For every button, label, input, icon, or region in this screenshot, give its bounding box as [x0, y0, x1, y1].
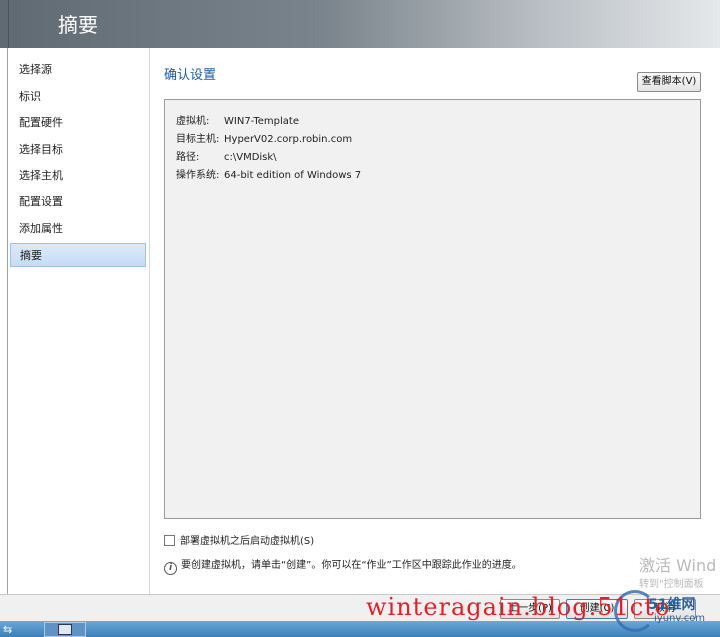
view-script-button[interactable]: 查看脚本(V)	[637, 72, 701, 92]
sidebar-item-add-properties[interactable]: 添加属性	[10, 217, 146, 241]
sidebar-item-label: 配置硬件	[19, 116, 63, 129]
summary-key: 目标主机:	[176, 134, 220, 145]
app-window-icon	[58, 624, 72, 635]
sidebar-item-select-source[interactable]: 选择源	[10, 58, 146, 82]
info-icon: i	[164, 562, 177, 575]
sidebar-item-label: 摘要	[20, 249, 42, 262]
summary-row-host: 目标主机: HyperV02.corp.robin.com	[176, 130, 352, 145]
sidebar-item-label: 选择目标	[19, 143, 63, 156]
start-after-deploy-label[interactable]: 部署虚拟机之后启动虚拟机(S)	[180, 536, 314, 547]
sidebar-item-label: 配置设置	[19, 195, 63, 208]
sidebar-item-select-host[interactable]: 选择主机	[10, 164, 146, 188]
header-edge	[8, 0, 9, 48]
summary-row-os: 操作系统: 64-bit edition of Windows 7	[176, 166, 361, 181]
summary-key: 虚拟机:	[176, 116, 210, 127]
taskbar: ⇆	[0, 621, 720, 637]
sidebar-item-label: 选择主机	[19, 169, 63, 182]
sidebar-item-summary[interactable]: 摘要	[10, 243, 146, 267]
sidebar-item-label: 添加属性	[19, 222, 63, 235]
sidebar-item-label: 选择源	[19, 63, 52, 76]
network-icon[interactable]: ⇆	[3, 622, 12, 637]
info-message: i 要创建虚拟机，请单击“创建”。你可以在“作业”工作区中跟踪此作业的进度。	[164, 556, 522, 575]
site-logo-text: 51维网	[648, 597, 696, 613]
summary-value: c:\VMDisk\	[224, 152, 277, 163]
summary-value: WIN7-Template	[224, 116, 299, 127]
main-content: 确认设置 查看脚本(V) 虚拟机: WIN7-Template 目标主机: Hype…	[150, 48, 720, 594]
window-left-edge	[0, 48, 8, 594]
sidebar-item-configure-settings[interactable]: 配置设置	[10, 190, 146, 214]
summary-key: 路径:	[176, 152, 200, 163]
activate-windows-title: 激活 Wind	[639, 556, 717, 575]
wizard-header: 摘要	[0, 0, 720, 48]
summary-row-path: 路径: c:\VMDisk\	[176, 148, 277, 163]
sidebar-item-configure-hardware[interactable]: 配置硬件	[10, 111, 146, 135]
summary-value: HyperV02.corp.robin.com	[224, 134, 353, 145]
summary-value: 64-bit edition of Windows 7	[224, 170, 362, 181]
sidebar-item-select-destination[interactable]: 选择目标	[10, 138, 146, 162]
start-after-deploy-checkbox[interactable]	[164, 535, 175, 546]
site-logo-url: iyunv.com	[654, 613, 706, 624]
summary-key: 操作系统:	[176, 170, 220, 181]
summary-box: 虚拟机: WIN7-Template 目标主机: HyperV02.corp.rob…	[164, 99, 701, 519]
start-after-deploy-row: 部署虚拟机之后启动虚拟机(S)	[164, 532, 314, 547]
page-title: 摘要	[58, 13, 98, 37]
sidebar-item-label: 标识	[19, 90, 41, 103]
taskbar-app-button[interactable]	[44, 622, 86, 637]
info-text: 要创建虚拟机，请单击“创建”。你可以在“作业”工作区中跟踪此作业的进度。	[181, 560, 522, 571]
wizard-steps-sidebar: 选择源 标识 配置硬件 选择目标 选择主机 配置设置 添加属性 摘要	[8, 48, 150, 594]
summary-row-vm: 虚拟机: WIN7-Template	[176, 112, 299, 127]
section-title: 确认设置	[164, 68, 217, 83]
activate-windows-subtitle: 转到"控制面板	[639, 579, 704, 590]
sidebar-item-identity[interactable]: 标识	[10, 85, 146, 109]
blog-watermark: winteragain.blog.51cto	[366, 593, 671, 621]
